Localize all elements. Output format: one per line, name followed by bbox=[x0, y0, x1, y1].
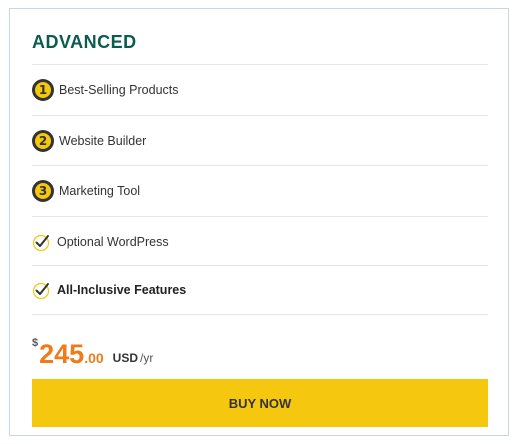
feature-label: All-Inclusive Features bbox=[57, 283, 187, 297]
buy-now-button[interactable]: BUY NOW bbox=[32, 379, 488, 427]
divider bbox=[32, 265, 488, 266]
price: $ 245 .00 USD /yr bbox=[32, 337, 153, 369]
feature-item-marketing-tool: 3 Marketing Tool bbox=[32, 179, 488, 203]
check-icon bbox=[32, 282, 50, 300]
feature-label: Best-Selling Products bbox=[59, 83, 179, 97]
divider bbox=[32, 115, 488, 116]
price-currency: $ bbox=[32, 337, 39, 349]
number-2-icon: 2 bbox=[32, 130, 54, 152]
number-1-icon: 1 bbox=[32, 79, 54, 101]
price-cents: .00 bbox=[84, 350, 104, 366]
feature-item-best-selling-products: 1 Best-Selling Products bbox=[32, 78, 488, 102]
feature-item-all-inclusive-features: All-Inclusive Features bbox=[32, 278, 488, 302]
feature-label: Optional WordPress bbox=[57, 235, 169, 249]
divider bbox=[32, 216, 488, 217]
price-amount: 245 bbox=[39, 339, 85, 369]
price-unit: USD bbox=[112, 351, 138, 365]
plan-title: ADVANCED bbox=[32, 32, 137, 52]
divider bbox=[32, 314, 488, 315]
feature-label: Marketing Tool bbox=[59, 184, 141, 198]
divider bbox=[32, 64, 488, 65]
check-icon bbox=[32, 234, 50, 252]
price-period: /yr bbox=[140, 351, 154, 365]
divider bbox=[32, 165, 488, 166]
feature-label: Website Builder bbox=[59, 134, 147, 148]
number-3-icon: 3 bbox=[32, 180, 54, 202]
feature-item-website-builder: 2 Website Builder bbox=[32, 129, 488, 153]
feature-item-optional-wordpress: Optional WordPress bbox=[32, 230, 488, 254]
pricing-card: ADVANCED 1 Best-Selling Products 2 Websi… bbox=[9, 8, 509, 436]
